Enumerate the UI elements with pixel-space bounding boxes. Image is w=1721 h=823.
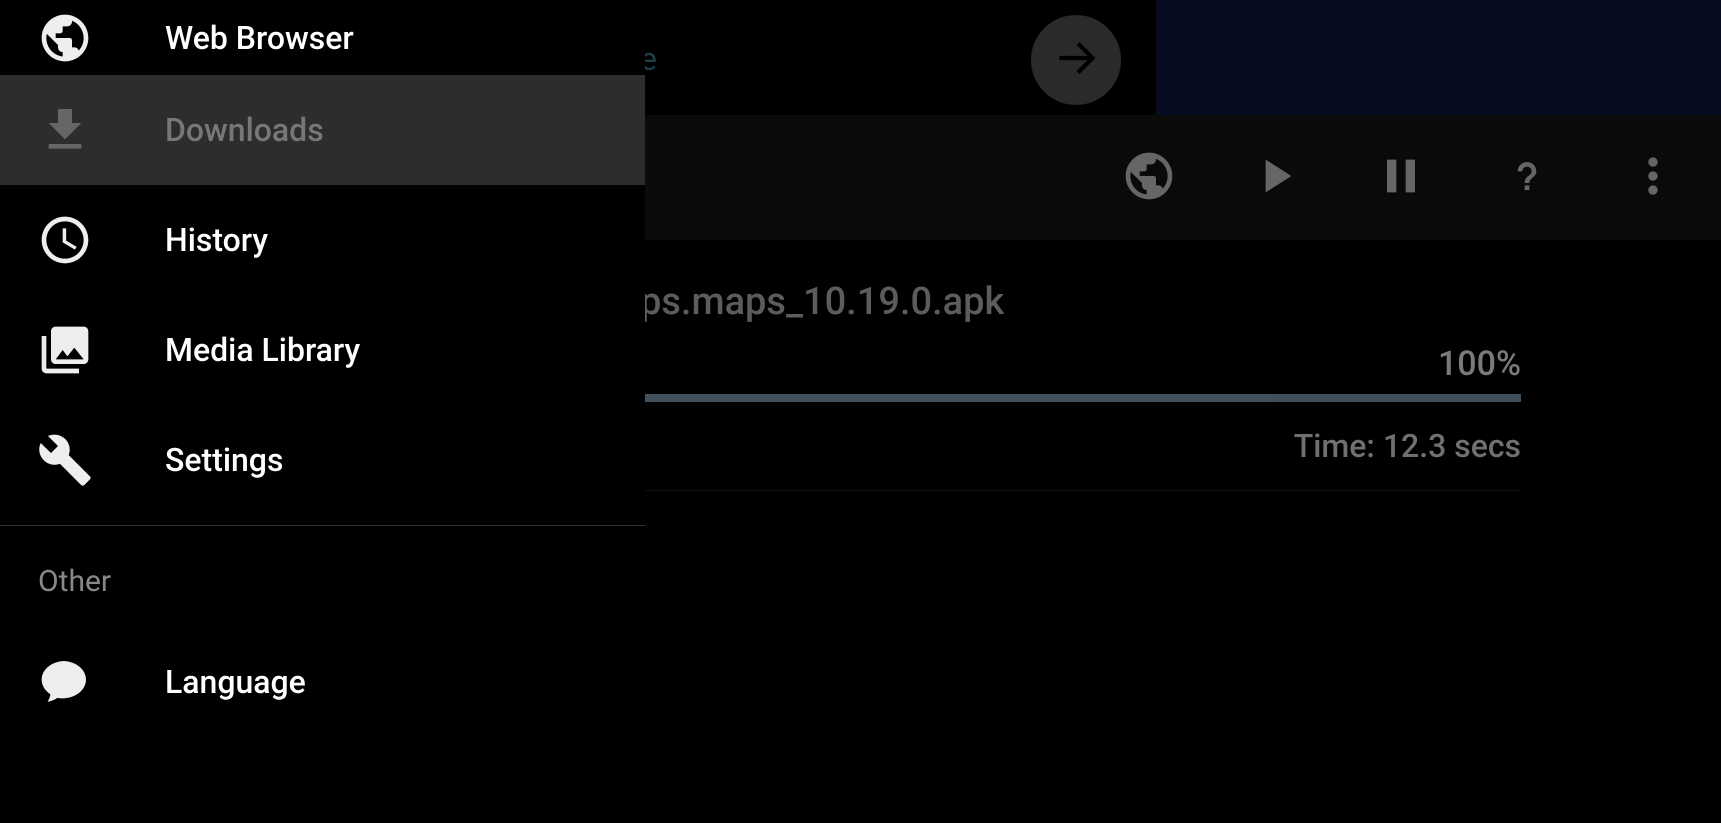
go-button[interactable]	[1031, 15, 1121, 105]
sidebar-item-label: Language	[165, 663, 306, 701]
sidebar-item-history[interactable]: History	[0, 185, 645, 295]
more-vert-icon	[1625, 148, 1681, 208]
sidebar-item-downloads[interactable]: Downloads	[0, 75, 645, 185]
help-button[interactable]	[1499, 150, 1555, 206]
download-item[interactable]: ps.maps_10.19.0.apk 100% Time: 12.3 secs	[640, 280, 1521, 465]
download-filename: ps.maps_10.19.0.apk	[640, 280, 1521, 324]
sidebar-item-label: Media Library	[165, 331, 360, 369]
clock-icon	[35, 210, 95, 270]
sidebar-item-language[interactable]: Language	[0, 627, 645, 737]
media-library-icon	[35, 320, 95, 380]
globe-icon	[35, 8, 95, 68]
sidebar-item-web-browser[interactable]: Web Browser	[0, 0, 645, 75]
arrow-right-icon	[1051, 33, 1101, 87]
download-percent: 100%	[640, 344, 1521, 384]
browser-button[interactable]	[1121, 150, 1177, 206]
play-button[interactable]	[1247, 150, 1303, 206]
divider	[0, 525, 645, 526]
play-icon	[1247, 148, 1303, 208]
sidebar-section-header: Other	[0, 536, 645, 627]
sidebar-item-label: Web Browser	[165, 19, 354, 57]
status-bar-notch	[1156, 0, 1721, 115]
sidebar-item-label: Settings	[165, 441, 283, 479]
sidebar-item-label: Downloads	[165, 111, 324, 149]
wrench-icon	[35, 430, 95, 490]
help-icon	[1499, 148, 1555, 208]
download-time: Time: 12.3 secs	[640, 427, 1521, 465]
pause-button[interactable]	[1373, 150, 1429, 206]
more-button[interactable]	[1625, 150, 1681, 206]
speech-icon	[35, 652, 95, 712]
progress-bar	[640, 394, 1521, 402]
navigation-drawer: Web Browser Downloads History Media Libr…	[0, 0, 645, 823]
globe-icon	[1121, 148, 1177, 208]
pause-icon	[1373, 148, 1429, 208]
download-icon	[35, 100, 95, 160]
divider	[640, 490, 1521, 491]
sidebar-item-media-library[interactable]: Media Library	[0, 295, 645, 405]
sidebar-item-settings[interactable]: Settings	[0, 405, 645, 515]
sidebar-item-label: History	[165, 221, 268, 259]
